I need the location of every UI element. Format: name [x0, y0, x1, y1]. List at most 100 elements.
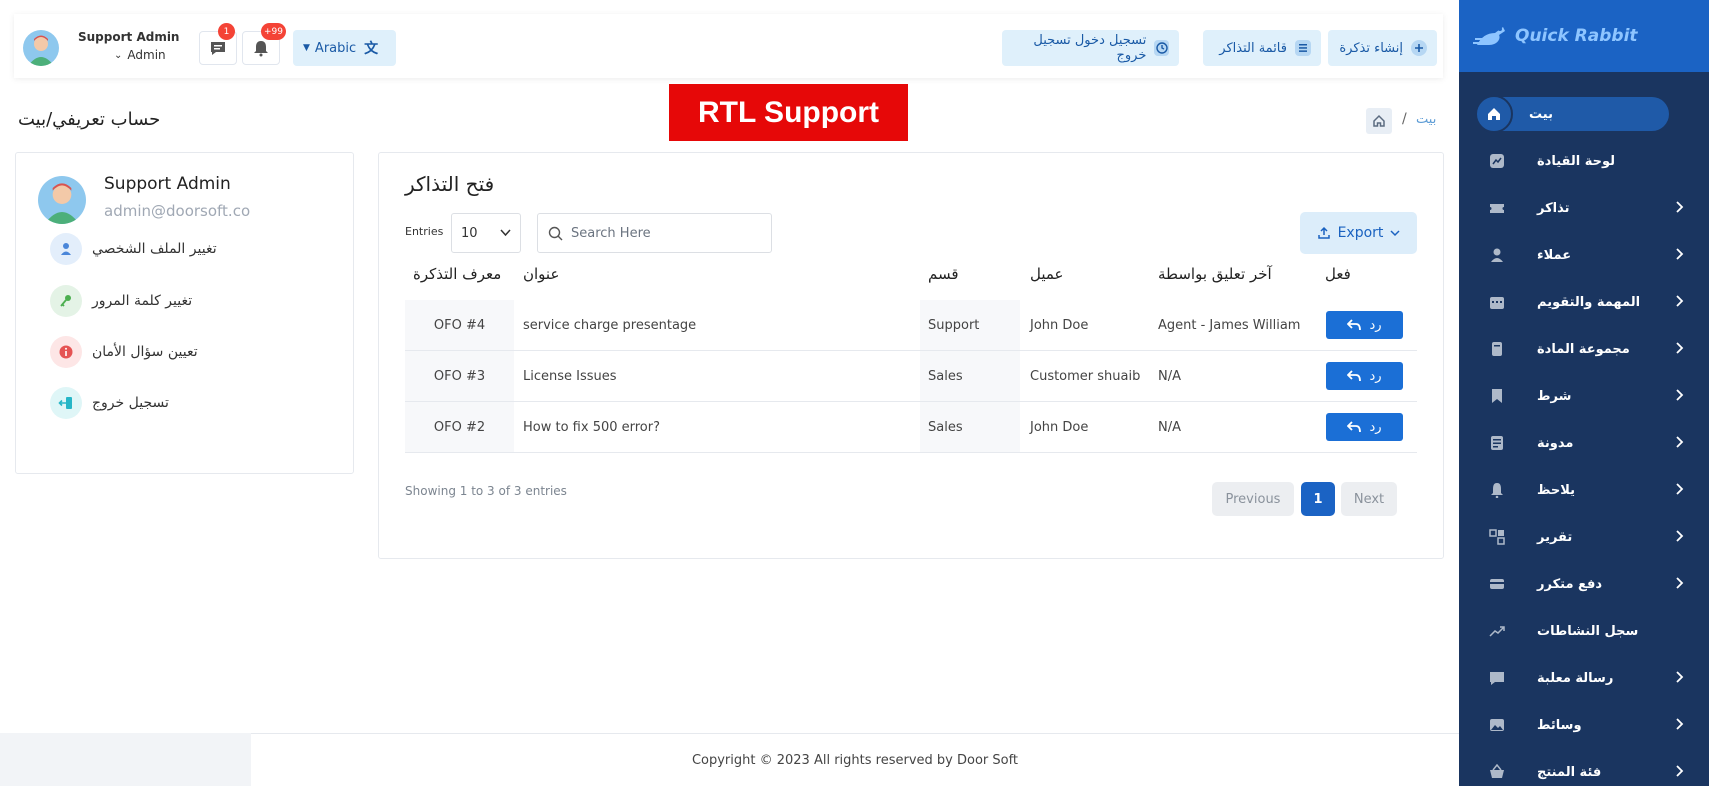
reply-label: رد [1369, 317, 1382, 333]
breadcrumb-current[interactable]: بيت [1416, 112, 1436, 127]
profile-link[interactable]: تغيير الملف الشخصي [50, 232, 217, 266]
messages-button[interactable]: 1 [199, 23, 237, 65]
upload-icon [1317, 226, 1330, 239]
export-button[interactable]: Export [1300, 212, 1417, 254]
list-icon [1295, 40, 1311, 56]
book-icon [1492, 342, 1502, 356]
caret-down-icon: ▼ [303, 43, 310, 53]
copyright-text: Copyright © 2023 All rights reserved by … [691, 752, 1019, 768]
sidebar-item-icon [1489, 576, 1505, 592]
cell-customer: John Doe [1030, 317, 1089, 333]
sidebar-item[interactable]: يلاحظ [1471, 473, 1697, 507]
page-title: حساب تعريفي/بيت [18, 109, 161, 130]
ticket-list-button[interactable]: قائمة التذاكر [1203, 30, 1321, 66]
logout-icon [50, 387, 82, 419]
card-icon [1490, 579, 1504, 589]
top-bar: Support Admin ⌄ Admin 1 +99 ▼ Arabic 文 ت… [14, 14, 1443, 78]
sidebar-item[interactable]: شرط [1471, 379, 1697, 413]
chevron-right-icon [1671, 575, 1687, 591]
profile-email: admin@doorsoft.co [104, 202, 251, 220]
cell-ticket-id: OFO #4 [405, 300, 514, 350]
reply-button[interactable]: رد [1326, 311, 1403, 339]
reply-label: رد [1369, 368, 1382, 384]
sidebar-item-icon [1489, 388, 1505, 404]
profile-avatar [38, 176, 86, 224]
chevron-right-icon [1671, 340, 1687, 356]
user-role: Admin [127, 48, 166, 62]
col-ticket-id[interactable]: معرف التذكرة [413, 265, 501, 283]
check-in-out-button[interactable]: تسجيل دخول تسجيل خروج [1002, 30, 1179, 66]
sidebar-item-icon [1489, 341, 1505, 357]
chevron-down-icon [500, 229, 511, 237]
sidebar-item[interactable]: مجموعة المادة [1471, 332, 1697, 366]
sidebar-item-label: دفع متكرر [1537, 576, 1603, 592]
export-label: Export [1337, 225, 1384, 241]
sidebar-item-label: مجموعة المادة [1537, 341, 1630, 357]
sidebar-item[interactable]: لوحة القيادة [1471, 144, 1697, 178]
check-in-out-label: تسجيل دخول تسجيل خروج [1033, 33, 1147, 63]
pagination-page-1[interactable]: 1 [1301, 482, 1335, 516]
profile-link[interactable]: تسجيل خروج [50, 386, 169, 420]
col-last-comment[interactable]: آخر تعليق بواسطة [1158, 265, 1272, 283]
footer-spacer [0, 733, 251, 786]
cell-ticket-id: OFO #2 [405, 402, 514, 452]
cell-customer: Customer shuaib [1030, 368, 1141, 384]
chevron-right-icon [1671, 387, 1687, 403]
col-customer[interactable]: عميل [1030, 265, 1064, 283]
sidebar: Quick Rabbit بيت لوحة القيادة تذاكر عملاء ال… [1459, 0, 1709, 786]
create-ticket-button[interactable]: إنشاء تذكرة [1328, 30, 1437, 66]
search-input[interactable] [571, 225, 761, 241]
sidebar-item[interactable]: سجل النشاطات [1471, 614, 1697, 648]
pagination-next[interactable]: Next [1341, 482, 1397, 516]
chevron-right-icon [1671, 293, 1687, 309]
sidebar-item[interactable]: مدونة [1471, 426, 1697, 460]
profile-link[interactable]: تغيير كلمة المرور [50, 284, 192, 318]
reply-button[interactable]: رد [1326, 413, 1403, 441]
sidebar-item-icon [1489, 763, 1505, 780]
entries-select[interactable]: 10 [451, 213, 521, 253]
sidebar-item-icon [1489, 153, 1505, 169]
pagination-previous[interactable]: Previous [1212, 482, 1294, 516]
sidebar-item[interactable]: تذاكر [1471, 191, 1697, 225]
sidebar-item-icon [1489, 247, 1505, 263]
col-action: فعل [1325, 265, 1351, 283]
profile-link-label: تسجيل خروج [92, 395, 169, 411]
sidebar-item[interactable]: تقرير [1471, 520, 1697, 554]
bell-icon [254, 41, 268, 57]
reply-button[interactable]: رد [1326, 362, 1403, 390]
sidebar-item-label: عملاء [1537, 247, 1572, 263]
user-name: Support Admin [78, 30, 180, 44]
user-role-dropdown[interactable]: ⌄ Admin [114, 48, 166, 62]
key-icon [50, 285, 82, 317]
table-row: OFO #3 License Issues Sales Customer shuaib… [405, 351, 1417, 402]
rabbit-logo-icon [1473, 27, 1505, 45]
sidebar-item[interactable]: رسالة معلبة [1471, 661, 1697, 695]
language-selector[interactable]: ▼ Arabic 文 [293, 30, 396, 66]
translate-icon: 文 [364, 41, 379, 57]
cell-department: Sales [920, 351, 1020, 401]
rtl-support-banner: RTL Support [669, 84, 908, 141]
sidebar-item-icon [1489, 717, 1505, 733]
chevron-right-icon [1671, 199, 1687, 215]
breadcrumb-home-button[interactable] [1366, 108, 1392, 134]
chevron-right-icon [1671, 763, 1687, 779]
profile-name: Support Admin [104, 174, 231, 194]
sidebar-item[interactable]: فئة المنتج [1471, 755, 1697, 786]
brand[interactable]: Quick Rabbit [1459, 0, 1709, 72]
info-icon [50, 336, 82, 368]
sidebar-item[interactable]: المهمة والتقويم [1471, 285, 1697, 319]
sidebar-item-label: فئة المنتج [1537, 764, 1602, 780]
profile-link[interactable]: تعيين سؤال الأمان [50, 335, 198, 369]
showing-entries-text: Showing 1 to 3 of 3 entries [405, 484, 567, 498]
notifications-button[interactable]: +99 [242, 23, 286, 65]
col-department[interactable]: قسم [928, 265, 959, 283]
ticket-list-label: قائمة التذاكر [1219, 40, 1287, 56]
sidebar-item[interactable]: عملاء [1471, 238, 1697, 272]
col-title[interactable]: عنوان [523, 265, 559, 283]
sidebar-item[interactable]: وسائط [1471, 708, 1697, 742]
create-ticket-label: إنشاء تذكرة [1339, 40, 1403, 56]
user-avatar[interactable] [23, 30, 59, 66]
entries-value: 10 [461, 225, 478, 241]
sidebar-item[interactable]: دفع متكرر [1471, 567, 1697, 601]
sidebar-item[interactable]: بيت [1475, 95, 1669, 133]
